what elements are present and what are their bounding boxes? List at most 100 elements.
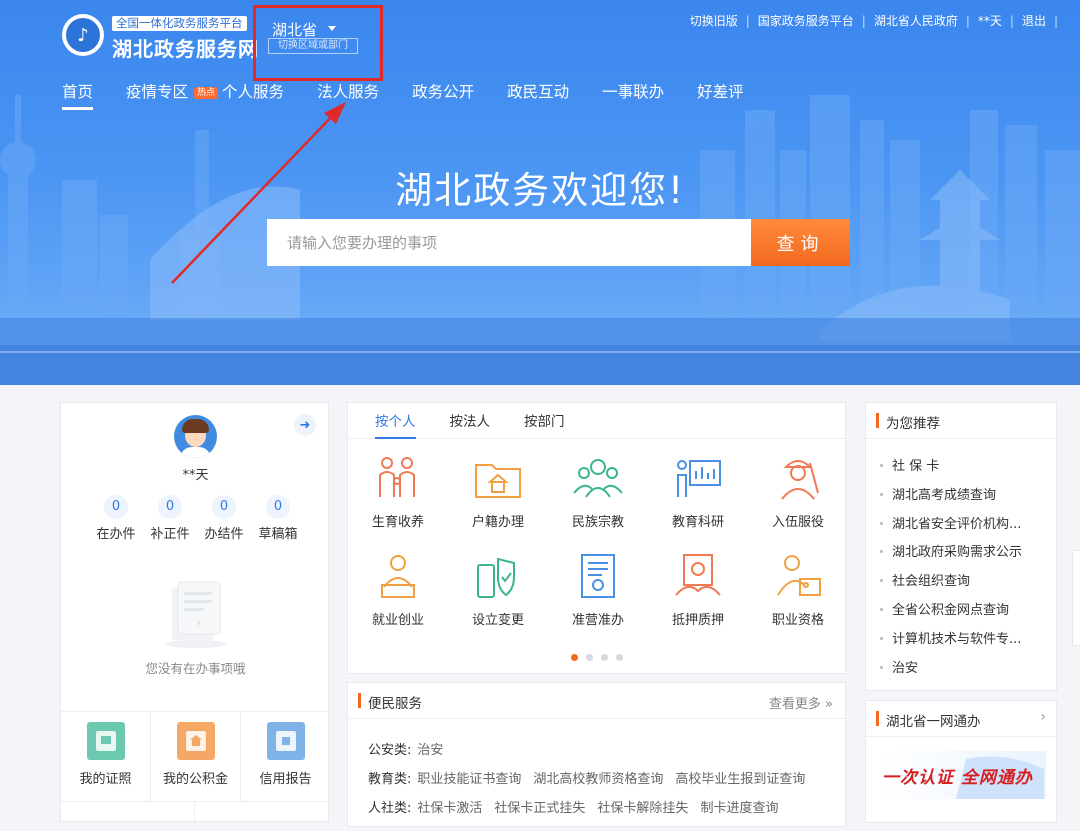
tab-personal[interactable]: 按个人	[375, 403, 416, 439]
empty-document-icon: ?	[166, 581, 226, 648]
service-card: 按个人 按法人 按部门 生育收养 户籍办理 民族宗教 教育科研 入伍服役 就业创…	[347, 402, 847, 674]
recommend-item[interactable]: 计算机技术与软件专...	[880, 626, 1048, 655]
convenience-title: 便民服务	[368, 696, 422, 712]
one-network-banner[interactable]: 一次认证 全网通办	[876, 751, 1046, 799]
header-banner: ♪ 全国一体化政务服务平台 湖北政务服务网 湖北省 切换区域或部门 切换旧版 | …	[0, 0, 1080, 385]
nav-rating[interactable]: 好差评	[697, 80, 744, 110]
service-tabs: 按个人 按法人 按部门	[348, 403, 847, 439]
caret-down-icon[interactable]	[328, 26, 336, 31]
arrow-right-icon[interactable]: ➜	[294, 414, 316, 436]
folder-house-icon	[475, 464, 521, 498]
nav-epidemic[interactable]: 疫情专区 热点 个人服务	[126, 80, 284, 110]
quick-links: 我的证照 我的公积金 信用报告	[61, 711, 330, 801]
my-licenses-link[interactable]: 我的证照	[61, 712, 151, 801]
service-education-research[interactable]: 教育科研	[648, 453, 748, 551]
search-button[interactable]: 查询	[751, 219, 850, 266]
logo-title[interactable]: 湖北政务服务网	[112, 33, 259, 62]
conv-link[interactable]: 制卡进度查询	[700, 801, 778, 816]
one-network-header: 湖北省一网通办 ›	[866, 701, 1056, 737]
service-mortgage-pledge[interactable]: 抵押质押	[648, 551, 748, 649]
conv-link[interactable]: 社保卡激活	[417, 801, 482, 816]
stat-in-progress[interactable]: 0 在办件	[89, 495, 143, 542]
recommend-item[interactable]: 湖北高考成绩查询	[880, 482, 1048, 511]
hot-badge: 热点	[194, 87, 219, 99]
region-selector[interactable]: 湖北省	[272, 19, 317, 40]
one-network-title: 湖北省一网通办	[886, 714, 981, 730]
recommend-item[interactable]: 治安	[880, 655, 1048, 684]
recommend-item[interactable]: 全省公积金网点查询	[880, 597, 1048, 626]
stat-corrections[interactable]: 0 补正件	[143, 495, 197, 542]
license-safe-icon	[86, 722, 125, 760]
carousel-dot[interactable]	[601, 654, 608, 661]
conv-link[interactable]: 湖北高校教师资格查询	[533, 772, 663, 787]
conv-link[interactable]: 职业技能证书查询	[417, 772, 521, 787]
nav-interaction[interactable]: 政民互动	[507, 80, 569, 110]
nav-home[interactable]: 首页	[62, 80, 94, 110]
badge-person-icon	[777, 555, 821, 596]
carousel-dot[interactable]	[616, 654, 623, 661]
family-icon	[379, 457, 415, 497]
tab-legal[interactable]: 按法人	[450, 403, 491, 438]
carousel-dot[interactable]	[571, 654, 578, 661]
convenience-header: 便民服务 查看更多 »	[348, 683, 845, 719]
national-platform-link[interactable]: 国家政务服务平台	[750, 12, 862, 29]
hubei-gov-link[interactable]: 湖北省人民政府	[866, 12, 966, 29]
shield-doc-icon	[477, 557, 515, 598]
view-more-link[interactable]: 查看更多 »	[769, 693, 833, 712]
old-version-link[interactable]: 切换旧版	[682, 12, 746, 29]
recommend-header: 为您推荐	[866, 403, 1056, 439]
convenience-row-police: 公安类: 治安	[368, 743, 444, 758]
recommend-item[interactable]: 社 保 卡	[880, 453, 1048, 482]
user-stats: 0 在办件 0 补正件 0 办结件 0 草稿箱	[89, 495, 305, 542]
empty-state-text: 您没有在办事项哦	[145, 661, 246, 676]
nav-joint[interactable]: 一事联办	[602, 80, 664, 110]
credit-report-link[interactable]: 信用报告	[241, 712, 330, 801]
service-establishment-change[interactable]: 设立变更	[448, 551, 548, 649]
recommend-item[interactable]: 湖北省安全评价机构...	[880, 511, 1048, 540]
carousel-dots	[571, 654, 631, 661]
side-float-tab[interactable]	[1072, 550, 1080, 646]
conv-link[interactable]: 高校毕业生报到证查询	[675, 772, 805, 787]
avatar[interactable]	[174, 415, 217, 458]
region-switch-button[interactable]: 切换区域或部门	[268, 38, 358, 54]
service-employment[interactable]: 就业创业	[348, 551, 448, 649]
logout-link[interactable]: 退出	[1014, 12, 1054, 29]
user-card-footer	[61, 801, 330, 824]
recommend-card: 为您推荐 社 保 卡 湖北高考成绩查询 湖北省安全评价机构... 湖北政府采购需…	[865, 402, 1057, 691]
svg-text:?: ?	[196, 621, 201, 631]
main-nav: 首页 疫情专区 热点 个人服务 法人服务 政务公开 政民互动 一事联办 好差评	[62, 80, 777, 110]
tab-department[interactable]: 按部门	[524, 403, 565, 438]
conv-link[interactable]: 治安	[417, 743, 443, 758]
convenience-card: 便民服务 查看更多 » 公安类: 治安 教育类: 职业技能证书查询 湖北高校教师资格查…	[347, 682, 846, 827]
service-household-registration[interactable]: 户籍办理	[448, 453, 548, 551]
stat-completed[interactable]: 0 办结件	[197, 495, 251, 542]
conv-link[interactable]: 社保卡解除挂失	[597, 801, 688, 816]
nav-open[interactable]: 政务公开	[412, 80, 474, 110]
service-professional-qualification[interactable]: 职业资格	[748, 551, 848, 649]
stat-drafts[interactable]: 0 草稿箱	[251, 495, 305, 542]
recommend-item[interactable]: 湖北政府采购需求公示	[880, 539, 1048, 568]
carousel-dot[interactable]	[586, 654, 593, 661]
recommend-item[interactable]: 社会组织查询	[880, 568, 1048, 597]
recommend-title: 为您推荐	[886, 416, 940, 432]
service-military-service[interactable]: 入伍服役	[748, 453, 848, 551]
conv-link[interactable]: 社保卡正式挂失	[494, 801, 585, 816]
convenience-row-social: 人社类: 社保卡激活 社保卡正式挂失 社保卡解除挂失 制卡进度查询	[368, 801, 779, 816]
nav-personal-label[interactable]: 个人服务	[222, 83, 284, 101]
teacher-board-icon	[677, 460, 721, 497]
logo-emblem-icon[interactable]: ♪	[62, 14, 104, 56]
service-business-permit[interactable]: 准营准办	[548, 551, 648, 649]
search-input[interactable]	[267, 219, 751, 266]
people-group-icon	[573, 459, 623, 498]
my-fund-link[interactable]: 我的公积金	[151, 712, 241, 801]
nav-legal[interactable]: 法人服务	[317, 80, 379, 110]
one-network-card[interactable]: 湖北省一网通办 › 一次认证 全网通办	[865, 700, 1057, 823]
fund-house-icon	[176, 722, 215, 760]
chevron-right-icon[interactable]: ›	[1040, 709, 1046, 725]
service-grid: 生育收养 户籍办理 民族宗教 教育科研 入伍服役 就业创业 设立变更 准营准办	[348, 453, 847, 649]
user-name-link[interactable]: **天	[970, 12, 1010, 29]
service-birth-adoption[interactable]: 生育收养	[348, 453, 448, 551]
credit-report-icon	[266, 722, 305, 760]
service-ethnic-religion[interactable]: 民族宗教	[548, 453, 648, 551]
user-card: ➜ **天 0 在办件 0 补正件 0 办结件 0 草稿箱 ? 您没有在办事项哦 我的证…	[60, 402, 330, 824]
